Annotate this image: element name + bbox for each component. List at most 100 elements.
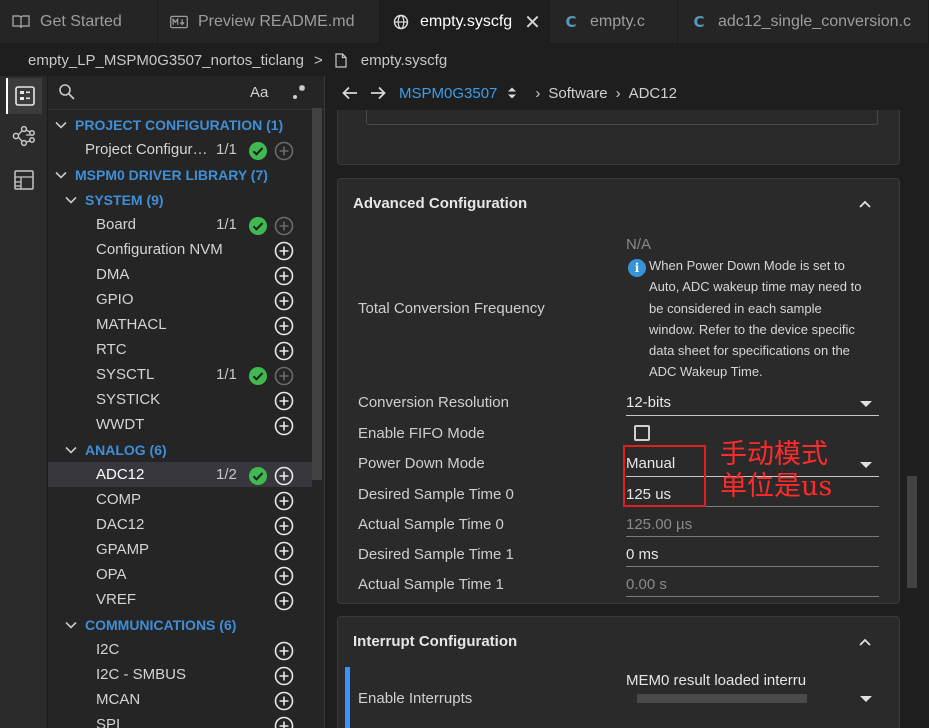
board-view-icon[interactable] [6, 162, 42, 198]
power-down-note: When Power Down Mode is set to Auto, ADC… [649, 255, 884, 383]
chevron-down-icon[interactable] [64, 443, 78, 457]
annotation-line: 单位是us [720, 471, 833, 502]
advanced-config-card: Advanced Configuration N/A i When Power … [337, 178, 900, 604]
config-navbar: MSPM0G3507 › Software › ADC12 [325, 76, 929, 110]
tab-preview-readme[interactable]: Preview README.md [158, 0, 380, 44]
module-label: MCAN [96, 691, 141, 708]
tab-adc12-single-conversion[interactable]: C adc12_single_conversion.c [678, 0, 929, 44]
tab-get-started[interactable]: Get Started [0, 0, 158, 44]
tree-item-dac12[interactable]: DAC12 [48, 512, 312, 537]
breadcrumb-project[interactable]: empty_LP_MSPM0G3507_nortos_ticlang [28, 52, 304, 69]
section-label: MSPM0 DRIVER LIBRARY (7) [75, 166, 268, 183]
panel-toolbar: Aa [48, 76, 324, 110]
configuration-view-icon[interactable] [6, 78, 42, 114]
updown-icon[interactable] [507, 86, 517, 100]
enable-interrupts-select[interactable]: MEM0 result loaded interru [626, 672, 806, 689]
markdown-icon [170, 13, 188, 31]
nav-software[interactable]: Software [548, 85, 607, 102]
forward-arrow-icon[interactable] [369, 85, 387, 101]
note-line: data sheet for specifications on the [649, 343, 850, 359]
section-label: PROJECT CONFIGURATION (1) [75, 116, 284, 133]
module-label: COMP [96, 491, 141, 508]
tree-item-sysctl[interactable]: SYSCTL 1/1 [48, 362, 312, 387]
panel-scrollbar[interactable] [312, 108, 322, 480]
section-communications[interactable]: COMMUNICATIONS (6) [48, 612, 312, 637]
chevron-down-icon[interactable] [860, 462, 872, 468]
c-file-icon: C [693, 13, 705, 31]
breadcrumb-file[interactable]: empty.syscfg [361, 52, 447, 69]
note-line: When Power Down Mode is set to [649, 258, 845, 273]
section-driver-library[interactable]: MSPM0 DRIVER LIBRARY (7) [48, 162, 312, 187]
editor-tab-bar: Get Started Preview README.md empty.sysc… [0, 0, 929, 44]
ds1-input[interactable]: 0 ms [626, 546, 659, 563]
tree-item-vref[interactable]: VREF [48, 587, 312, 612]
chevron-down-icon[interactable] [64, 618, 78, 632]
tab-empty-syscfg[interactable]: empty.syscfg ✕ [380, 0, 550, 44]
book-icon [12, 13, 30, 31]
as1-label: Actual Sample Time 1 [358, 576, 504, 593]
module-label: Configuration NVM [96, 241, 223, 258]
tree-item-project-configuration[interactable]: Project Configur… 1/1 [48, 137, 312, 162]
back-arrow-icon[interactable] [341, 85, 359, 101]
file-icon [335, 52, 347, 68]
collapse-chevron-icon[interactable] [859, 633, 871, 651]
module-label: SYSTICK [96, 391, 161, 408]
nav-separator: › [535, 84, 541, 102]
chevron-down-icon[interactable] [54, 118, 68, 132]
module-label: SPI [96, 716, 121, 728]
tree-item-comp[interactable]: COMP [48, 487, 312, 512]
nav-separator: › [615, 84, 621, 102]
module-label: Board [96, 216, 137, 233]
tree-item-configuration-nvm[interactable]: Configuration NVM [48, 237, 312, 262]
tree-item-mcan[interactable]: MCAN [48, 687, 312, 712]
module-panel: Aa PROJECT CONFIGURATION (1) Project Conf… [48, 76, 324, 728]
note-line: Auto, ADC wakeup time may need to [649, 279, 862, 295]
tab-empty-c[interactable]: C empty.c [550, 0, 678, 44]
match-case-toggle[interactable]: Aa [250, 84, 268, 101]
tree-item-board[interactable]: Board 1/1 [48, 212, 312, 237]
tree-item-adc12[interactable]: ADC12 1/2 [48, 462, 312, 487]
add-circle-icon[interactable] [274, 716, 294, 728]
tree-item-gpamp[interactable]: GPAMP [48, 537, 312, 562]
note-line: be considered in each sample [649, 300, 822, 316]
collapse-chevron-icon[interactable] [859, 195, 871, 213]
note-line: ADC Wakeup Time. [649, 364, 763, 380]
tree-item-opa[interactable]: OPA [48, 562, 312, 587]
tree-item-i2c-smbus[interactable]: I2C - SMBUS [48, 662, 312, 687]
tree-item-gpio[interactable]: GPIO [48, 287, 312, 312]
resolution-select[interactable]: 12-bits [626, 394, 671, 411]
activity-bar [0, 76, 48, 728]
ds1-label: Desired Sample Time 1 [358, 546, 514, 563]
interrupt-config-title: Interrupt Configuration [353, 633, 518, 650]
tree-item-dma[interactable]: DMA [48, 262, 312, 287]
tree-item-i2c[interactable]: I2C [48, 637, 312, 662]
module-label: WWDT [96, 416, 145, 433]
tree-item-mathacl[interactable]: MATHACL [48, 312, 312, 337]
chevron-down-icon[interactable] [64, 193, 78, 207]
tree-item-systick[interactable]: SYSTICK [48, 387, 312, 412]
section-system[interactable]: SYSTEM (9) [48, 187, 312, 212]
fifo-checkbox[interactable] [634, 425, 650, 441]
enable-interrupts-label: Enable Interrupts [358, 690, 473, 707]
section-analog[interactable]: ANALOG (6) [48, 437, 312, 462]
hierarchy-view-icon[interactable] [6, 118, 42, 154]
section-project-configuration[interactable]: PROJECT CONFIGURATION (1) [48, 112, 312, 137]
breadcrumb-separator: > [314, 51, 323, 69]
search-icon[interactable] [58, 83, 76, 106]
module-label: SYSCTL [96, 366, 155, 383]
chevron-down-icon[interactable] [860, 696, 872, 702]
settings-star-icon[interactable] [291, 83, 309, 106]
resolution-label: Conversion Resolution [358, 394, 509, 411]
as0-label: Actual Sample Time 0 [358, 516, 504, 533]
section-label: ANALOG (6) [85, 441, 167, 458]
editor-scrollbar[interactable] [907, 476, 917, 588]
tree-item-wwdt[interactable]: WWDT [48, 412, 312, 437]
chevron-down-icon[interactable] [54, 168, 68, 182]
tree-item-rtc[interactable]: RTC [48, 337, 312, 362]
device-select[interactable]: MSPM0G3507 [399, 85, 497, 102]
nav-adc12[interactable]: ADC12 [629, 85, 677, 102]
tree-item-spi[interactable]: SPI [48, 712, 312, 728]
module-label: DMA [96, 266, 130, 283]
close-icon[interactable]: ✕ [524, 10, 541, 35]
chevron-down-icon[interactable] [860, 401, 872, 407]
